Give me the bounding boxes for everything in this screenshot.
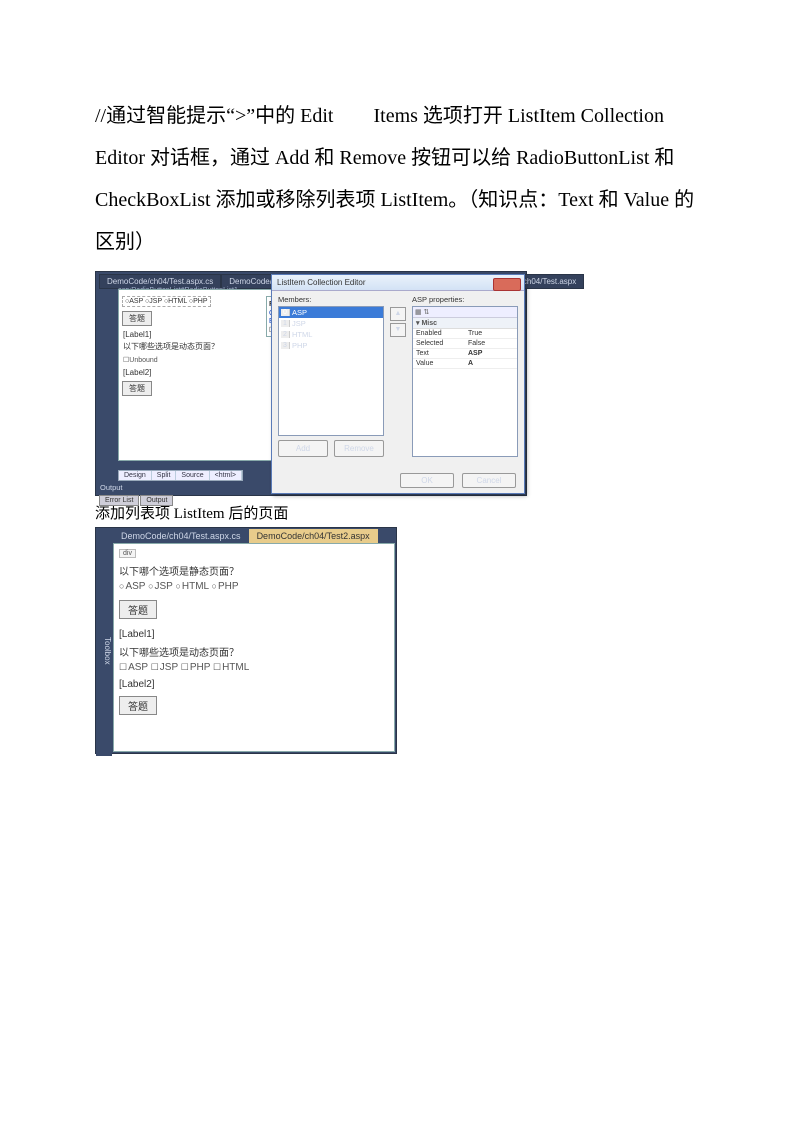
check-asp[interactable]: ASP [119, 662, 148, 673]
member-row-0[interactable]: 0ASP [279, 307, 383, 318]
view-switcher[interactable]: Design Split Source <html> [118, 470, 243, 481]
caption-after-add: 添加列表项 ListItem 后的页面 [95, 502, 705, 523]
radio-jsp[interactable]: JSP [148, 581, 173, 592]
error-list-tab[interactable]: Error List [99, 495, 139, 506]
remove-button[interactable]: Remove [334, 440, 384, 457]
answer-button-4[interactable]: 答题 [119, 696, 157, 715]
check-php[interactable]: PHP [181, 662, 210, 673]
output-tab[interactable]: Output [140, 495, 173, 506]
vs-screenshot-2: DemoCode/ch04/Test.aspx.cs DemoCode/ch04… [95, 527, 397, 754]
question-1: 以下哪个选项是静态页面？ [119, 563, 389, 578]
breadcrumb-div[interactable]: div [119, 549, 136, 558]
properties-label: ASP properties: [412, 295, 518, 304]
bottom-tabs: Error List Output [99, 495, 174, 506]
view-source[interactable]: Source [176, 471, 209, 480]
radiobuttonlist[interactable]: ○ASP ○JSP ○HTML ○PHP [122, 296, 211, 307]
intro-paragraph: //通过智能提示“>”中的 Edit Items 选项打开 ListItem C… [95, 95, 705, 263]
design-surface-2[interactable]: div 以下哪个选项是静态页面？ ASP JSP HTML PHP 答题 [La… [113, 543, 395, 752]
dialog-close-button[interactable] [493, 278, 521, 291]
question-2: 以下哪些选项是动态页面？ [123, 341, 293, 352]
answer-button-2[interactable]: 答题 [122, 381, 152, 396]
check-jsp[interactable]: JSP [151, 662, 178, 673]
listitem-collection-editor-dialog: ListItem Collection Editor Members: 0ASP… [271, 274, 525, 494]
cancel-button[interactable]: Cancel [462, 473, 516, 488]
view-split[interactable]: Split [152, 471, 177, 480]
label2-placeholder: [Label2] [123, 368, 293, 377]
radio-php[interactable]: PHP [212, 581, 239, 592]
tab2-0[interactable]: DemoCode/ch04/Test.aspx.cs [113, 529, 249, 543]
propgrid-toolbar[interactable]: ▦ ⇅ [413, 307, 517, 318]
toolbox-sidebar[interactable]: Toolbox [96, 542, 112, 756]
property-grid[interactable]: ▦ ⇅ ▾ Misc EnabledTrue SelectedFalse Tex… [412, 306, 518, 457]
answer-button-3[interactable]: 答题 [119, 600, 157, 619]
members-listbox[interactable]: 0ASP 1JSP 2HTML 3PHP [278, 306, 384, 436]
tab2-1[interactable]: DemoCode/ch04/Test2.aspx [249, 529, 378, 543]
label1-2: [Label1] [119, 629, 389, 640]
member-row-1[interactable]: 1JSP [279, 318, 383, 329]
question-2b: 以下哪些选项是动态页面？ [119, 644, 389, 659]
dialog-title: ListItem Collection Editor [272, 275, 524, 291]
radiobuttonlist-2[interactable]: ASP JSP HTML PHP [119, 581, 389, 592]
ok-button[interactable]: OK [400, 473, 454, 488]
radio-html[interactable]: HTML [175, 581, 208, 592]
prop-category-misc[interactable]: ▾ Misc [413, 318, 517, 329]
member-row-3[interactable]: 3PHP [279, 340, 383, 351]
radio-asp[interactable]: ASP [119, 581, 145, 592]
check-html[interactable]: HTML [213, 662, 249, 673]
answer-button-1[interactable]: 答题 [122, 311, 152, 326]
view-design[interactable]: Design [119, 471, 152, 480]
checkboxlist-2[interactable]: ASP JSP PHP HTML [119, 662, 389, 673]
move-down-button[interactable]: ▼ [390, 323, 406, 337]
add-button[interactable]: Add [278, 440, 328, 457]
label2-2: [Label2] [119, 679, 389, 690]
checkbox-unbound[interactable]: ☐Unbound [123, 356, 293, 364]
editor-tabs-2: DemoCode/ch04/Test.aspx.cs DemoCode/ch04… [96, 528, 396, 543]
member-row-2[interactable]: 2HTML [279, 329, 383, 340]
view-html-tag[interactable]: <html> [210, 471, 242, 480]
move-up-button[interactable]: ▲ [390, 307, 406, 321]
vs-screenshot-1: DemoCode/ch04/Test.aspx.cs DemoCode/ch04… [95, 271, 527, 496]
members-label: Members: [278, 295, 384, 304]
